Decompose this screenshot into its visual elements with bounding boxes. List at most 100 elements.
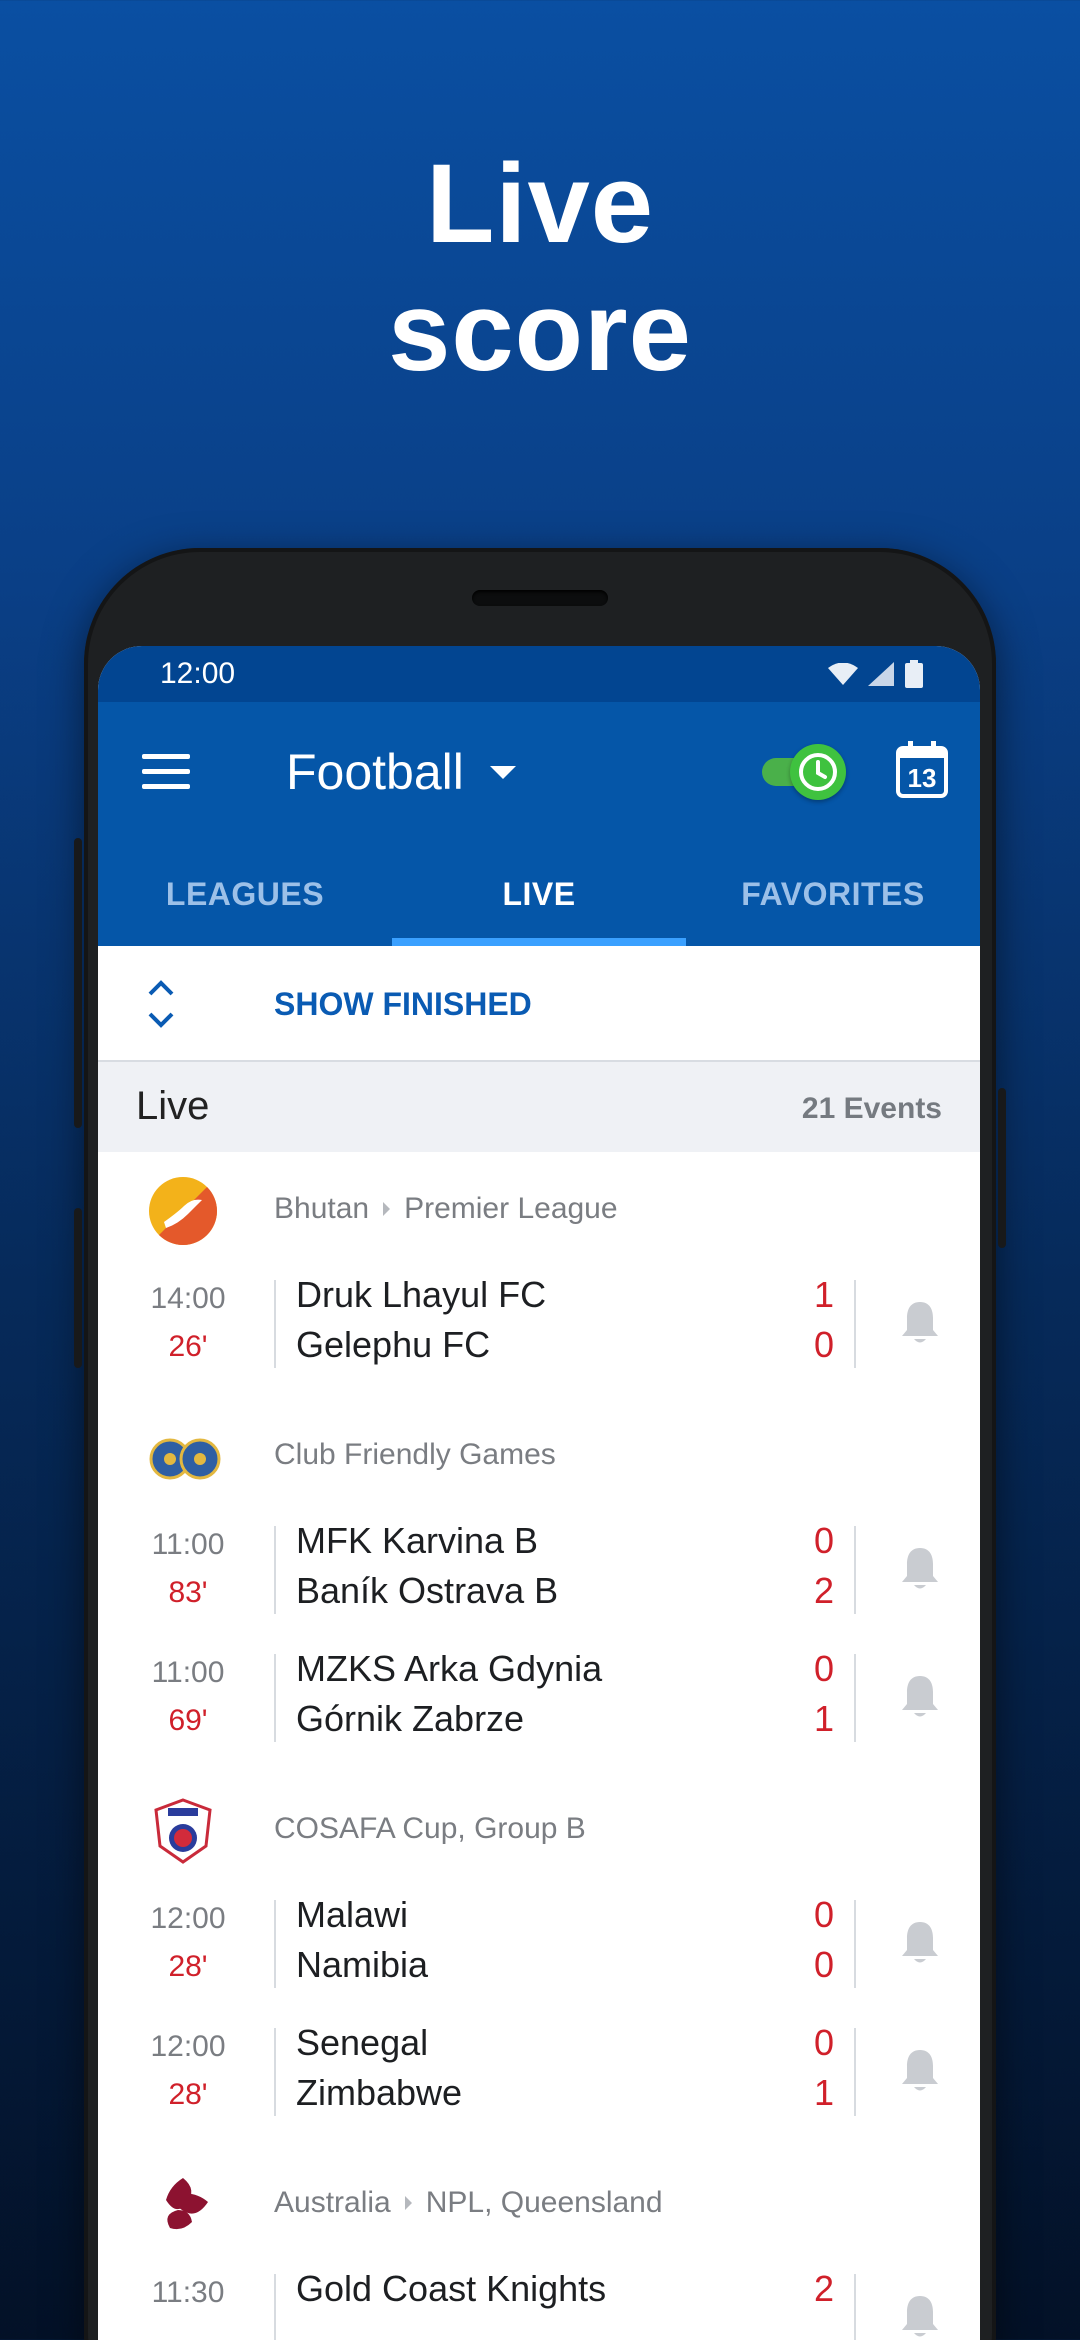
divider [854, 1654, 856, 1742]
league-header[interactable]: Australia NPL, Queensland [98, 2146, 980, 2264]
bell-icon[interactable] [900, 2048, 940, 2094]
toggle-knob [790, 744, 846, 800]
bhutan-flag-icon [149, 1177, 217, 1245]
status-bar: 12:00 [98, 646, 980, 702]
phone-side-button [74, 838, 82, 1128]
away-score: 0 [813, 1324, 834, 1365]
promo-headline: Live score [0, 140, 1080, 396]
home-team: Druk Lhayul FC [296, 1274, 547, 1315]
away-team: Baník Ostrava B [296, 1570, 559, 1611]
divider [274, 2028, 276, 2116]
phone-power-button [998, 1088, 1006, 1248]
bell-icon[interactable] [900, 2294, 940, 2340]
cosafa-cup-icon [154, 1798, 212, 1864]
app-screen: 12:00 Football 13 LEAGUES LIVE FAVORITES… [98, 646, 980, 2340]
bell-icon[interactable] [900, 1300, 940, 1346]
bell-icon[interactable] [900, 1546, 940, 1592]
home-team: Gold Coast Knights [296, 2268, 607, 2309]
match-time: 12:00 [150, 2030, 226, 2063]
bell-icon[interactable] [900, 1920, 940, 1966]
home-team: MZKS Arka Gdynia [296, 1648, 603, 1689]
away-team: Zimbabwe [296, 2072, 463, 2113]
home-score: 2 [813, 2268, 834, 2309]
league-name: COSAFA Cup, Group B [274, 1812, 586, 1846]
divider [854, 1900, 856, 1988]
expand-collapse-icon [148, 980, 174, 1028]
calendar-day: 13 [907, 763, 937, 793]
status-time: 12:00 [160, 657, 236, 690]
bell-icon[interactable] [900, 1674, 940, 1720]
match-row[interactable]: 11:00 69' MZKS Arka Gdynia Górnik Zabrze… [98, 1644, 980, 1772]
away-score: 1 [813, 2072, 834, 2113]
app-bar: Football 13 [98, 702, 980, 842]
match-minute: 69' [168, 1704, 208, 1737]
league-name: Club Friendly Games [274, 1438, 556, 1472]
away-team: Gelephu FC [296, 1324, 491, 1365]
live-clock-toggle[interactable] [762, 744, 852, 800]
league-header[interactable]: Club Friendly Games [98, 1398, 980, 1516]
league-title: COSAFA Cup, Group B [274, 1812, 586, 1845]
show-finished-label: SHOW FINISHED [274, 986, 532, 1022]
chevron-down-icon [489, 765, 516, 779]
league-header[interactable]: Bhutan Premier League [98, 1152, 980, 1270]
breadcrumb-arrow-icon [404, 2196, 412, 2210]
divider [274, 1526, 276, 1614]
hamburger-menu-icon[interactable] [142, 754, 190, 790]
divider [854, 2274, 856, 2340]
match-time: 12:00 [150, 1902, 226, 1935]
league-name: Bhutan Premier League [274, 1192, 618, 1226]
active-tab-indicator [392, 938, 686, 946]
match-row[interactable]: 12:00 28' Senegal Zimbabwe 0 1 [98, 2018, 980, 2146]
divider [854, 1280, 856, 1368]
home-team: Senegal [296, 2022, 429, 2063]
match-row[interactable]: 14:00 26' Druk Lhayul FC Gelephu FC 1 0 [98, 1270, 980, 1398]
home-score: 0 [813, 1648, 834, 1689]
match-row[interactable]: 11:30 Gold Coast Knights 2 [98, 2264, 980, 2340]
tab-leagues[interactable]: LEAGUES [98, 842, 392, 946]
league-header[interactable]: COSAFA Cup, Group B [98, 1772, 980, 1890]
sport-label: Football [286, 744, 464, 800]
tab-favorites[interactable]: FAVORITES [686, 842, 980, 946]
match-minute: 28' [168, 2078, 208, 2111]
tab-live[interactable]: LIVE [392, 842, 686, 946]
away-team: Górnik Zabrze [296, 1698, 525, 1739]
divider [274, 2274, 276, 2340]
league-title: NPL, Queensland [425, 2186, 663, 2219]
divider [274, 1280, 276, 1368]
breadcrumb-arrow-icon [383, 1202, 391, 1216]
headline-line-2: score [388, 269, 692, 394]
home-team: Malawi [296, 1894, 409, 1935]
headline-line-1: Live [425, 141, 655, 266]
league-country: Australia [274, 2186, 391, 2219]
events-count: 21 Events [801, 1092, 942, 1125]
signal-icon [868, 662, 894, 686]
battery-icon [905, 660, 923, 688]
match-minute: 83' [168, 1576, 208, 1609]
live-section-header: Live 21 Events [98, 1062, 980, 1152]
divider [274, 1654, 276, 1742]
match-row[interactable]: 11:00 83' MFK Karvina B Baník Ostrava B … [98, 1516, 980, 1644]
sport-dropdown[interactable]: Football [286, 740, 516, 804]
match-time: 14:00 [150, 1282, 226, 1315]
away-team: Namibia [296, 1944, 429, 1985]
divider [854, 1526, 856, 1614]
league-title: Club Friendly Games [274, 1438, 556, 1471]
match-minute: 28' [168, 1950, 208, 1983]
match-row[interactable]: 12:00 28' Malawi Namibia 0 0 [98, 1890, 980, 2018]
home-score: 0 [813, 1894, 834, 1935]
section-title: Live [136, 1084, 210, 1128]
home-score: 1 [813, 1274, 834, 1315]
home-score: 0 [813, 2022, 834, 2063]
club-friendly-games-icon [149, 1438, 221, 1480]
home-team: MFK Karvina B [296, 1520, 539, 1561]
show-finished-toggle[interactable]: SHOW FINISHED [98, 946, 980, 1062]
league-title: Premier League [404, 1192, 618, 1225]
away-score: 2 [813, 1570, 834, 1611]
wifi-icon [828, 663, 858, 685]
league-name: Australia NPL, Queensland [274, 2186, 663, 2220]
calendar-button[interactable]: 13 [894, 740, 950, 800]
away-score: 1 [813, 1698, 834, 1739]
home-score: 0 [813, 1520, 834, 1561]
clock-icon [799, 753, 837, 791]
status-icons [828, 660, 924, 688]
